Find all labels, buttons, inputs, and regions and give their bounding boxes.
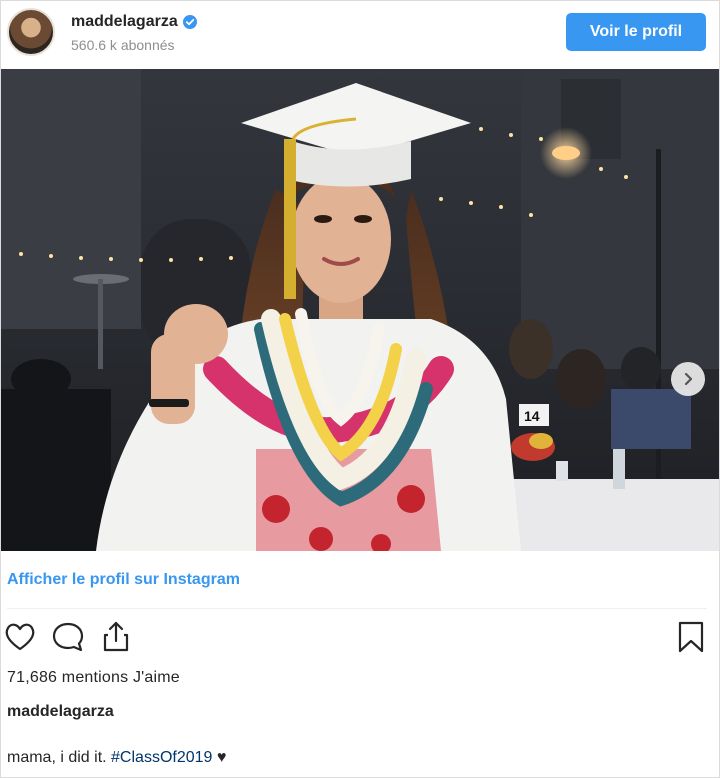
caption: mama, i did it. #ClassOf2019 ♥ xyxy=(7,749,226,767)
comment-icon[interactable] xyxy=(51,619,85,655)
post-photo[interactable]: 14 xyxy=(1,69,719,551)
action-bar xyxy=(1,619,719,659)
instagram-embed-card: maddelagarza 560.6 k abonnés Voir le pro… xyxy=(0,0,720,778)
chevron-right-icon xyxy=(684,372,693,386)
likes-count[interactable]: 71,686 mentions J'aime xyxy=(7,669,180,687)
follower-count: 560.6 k abonnés xyxy=(71,37,175,53)
avatar[interactable] xyxy=(7,8,55,56)
likes-label: mentions J'aime xyxy=(61,669,180,686)
post-header: maddelagarza 560.6 k abonnés Voir le pro… xyxy=(1,1,719,65)
view-profile-button[interactable]: Voir le profil xyxy=(566,13,706,51)
share-icon[interactable] xyxy=(99,619,133,655)
divider xyxy=(7,608,707,609)
username-row[interactable]: maddelagarza xyxy=(71,13,197,31)
table-number: 14 xyxy=(524,408,540,424)
heart-emoji: ♥ xyxy=(216,749,227,766)
heart-icon[interactable] xyxy=(3,619,37,655)
view-profile-link[interactable]: Afficher le profil sur Instagram xyxy=(7,571,240,589)
hashtag-link[interactable]: #ClassOf2019 xyxy=(111,749,212,766)
next-photo-button[interactable] xyxy=(671,362,705,396)
graduation-photo: 14 xyxy=(1,69,719,551)
bookmark-icon[interactable] xyxy=(674,619,708,655)
likes-number: 71,686 xyxy=(7,669,58,686)
caption-username[interactable]: maddelagarza xyxy=(7,703,114,721)
caption-text: mama, i did it. xyxy=(7,749,112,766)
username[interactable]: maddelagarza xyxy=(71,13,178,31)
verified-badge-icon xyxy=(182,15,197,29)
